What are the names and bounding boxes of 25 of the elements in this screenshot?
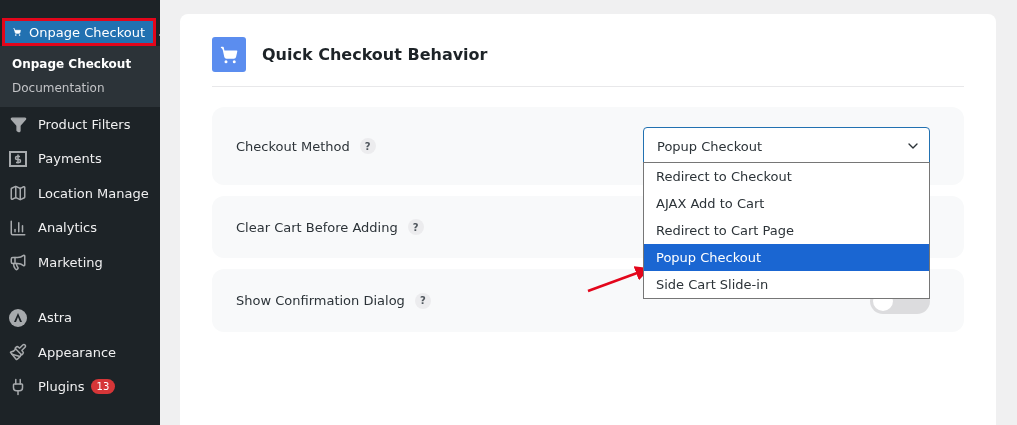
dropdown-option[interactable]: Popup Checkout xyxy=(644,244,929,271)
sidebar-item[interactable]: Location Manage xyxy=(38,185,149,201)
sidebar-item[interactable]: Astra xyxy=(38,310,73,326)
setting-label: Show Confirmation Dialog xyxy=(236,293,405,308)
megaphone-icon xyxy=(8,252,28,273)
funnel-icon xyxy=(8,114,28,135)
count-badge: 13 xyxy=(90,379,116,395)
astra-logo-icon xyxy=(8,307,28,328)
sidebar-item[interactable]: Marketing xyxy=(38,254,103,270)
submenu-item[interactable]: Onpage Checkout xyxy=(0,52,160,76)
help-icon[interactable]: ? xyxy=(359,138,376,154)
paintbrush-icon xyxy=(8,342,28,363)
submenu-item[interactable]: Documentation xyxy=(0,76,160,100)
sidebar-item[interactable]: Product Filters xyxy=(38,116,131,132)
sidebar-item[interactable]: Plugins xyxy=(38,379,85,395)
sidebar-item[interactable]: Analytics xyxy=(38,220,98,236)
cart-icon xyxy=(212,37,246,72)
setting-label: Checkout Method xyxy=(236,138,350,154)
sidebar-item[interactable]: Payments xyxy=(38,151,102,167)
help-icon[interactable]: ? xyxy=(414,292,431,309)
help-icon[interactable]: ? xyxy=(407,219,424,235)
dollar-icon xyxy=(8,148,28,169)
panel-title: Quick Checkout Behavior xyxy=(262,45,488,64)
sidebar-item[interactable]: Appearance xyxy=(38,344,117,360)
setting-label: Clear Cart Before Adding xyxy=(236,219,398,235)
